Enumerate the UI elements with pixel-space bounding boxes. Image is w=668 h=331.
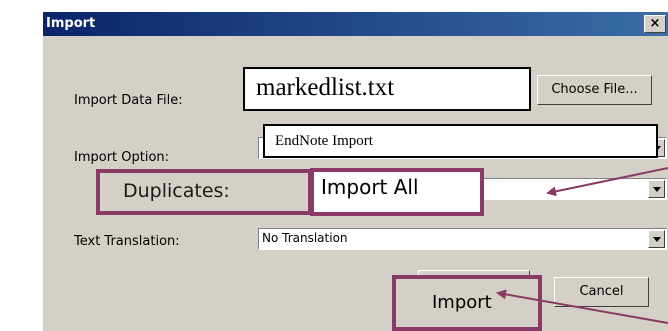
arrow-icon: [496, 167, 668, 324]
import-arrow: [496, 289, 668, 324]
duplicates-arrow: [546, 167, 668, 197]
